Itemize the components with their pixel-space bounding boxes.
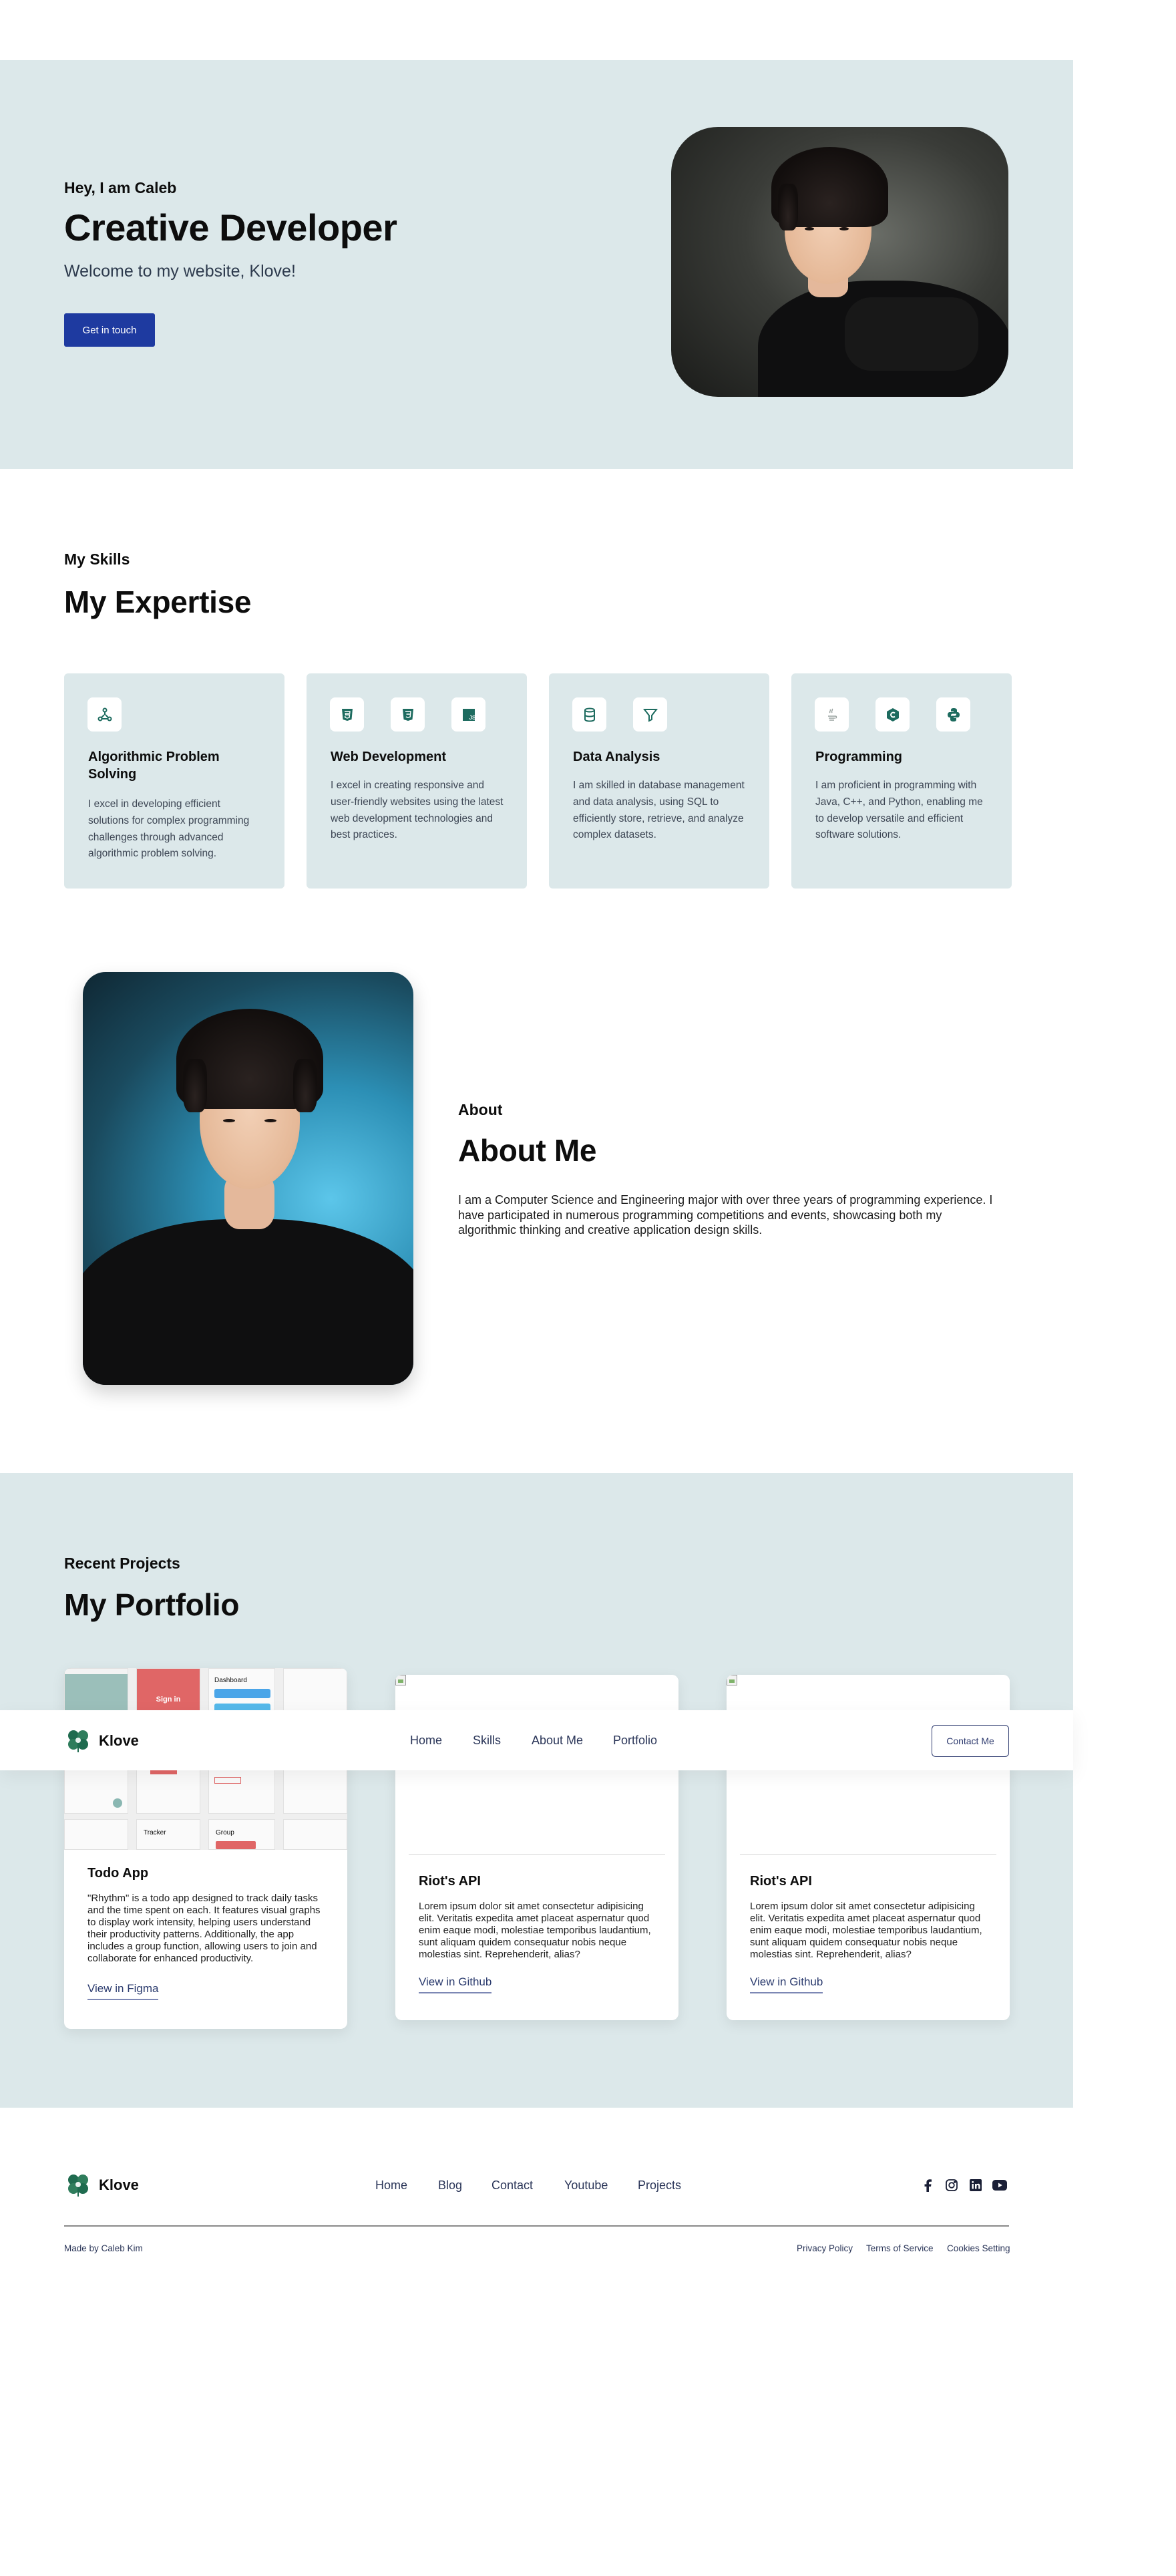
skill-card-data-analysis: Data Analysis I am skilled in database m… [549, 673, 769, 889]
about-title: About Me [458, 1133, 597, 1168]
portfolio-title: My Portfolio [64, 1587, 240, 1622]
view-in-figma-link[interactable]: View in Figma [87, 1982, 159, 2000]
skill-card-algorithms: Algorithmic Problem Solving I excel in d… [64, 673, 284, 889]
nav-link-portfolio[interactable]: Portfolio [613, 1734, 657, 1748]
mockup-dashboard-label: Dashboard [214, 1677, 247, 1684]
skill-title: Web Development [331, 750, 446, 764]
skill-description: I am skilled in database management and … [573, 780, 745, 841]
skill-card-programming: Programming I am proficient in programmi… [791, 673, 1012, 889]
javascript-icon: JS [451, 697, 485, 732]
footer-link-projects[interactable]: Projects [638, 2179, 681, 2193]
mockup-signin-label: Sign in [156, 1696, 181, 1704]
database-icon [572, 697, 606, 732]
network-icon [87, 697, 122, 732]
skill-title: Algorithmic Problem Solving [88, 750, 220, 782]
skills-title: My Expertise [64, 585, 252, 619]
broken-image-icon [727, 1675, 737, 1685]
hero-eyebrow: Hey, I am Caleb [64, 179, 177, 196]
skill-title: Programming [815, 750, 903, 764]
hero-subtitle: Welcome to my website, Klove! [64, 262, 296, 281]
linkedin-icon[interactable] [968, 2178, 983, 2193]
privacy-policy-link[interactable]: Privacy Policy [797, 2243, 853, 2253]
card-divider [740, 1854, 996, 1855]
contact-me-button[interactable]: Contact Me [932, 1725, 1009, 1757]
facebook-icon[interactable] [920, 2178, 935, 2193]
skill-description: I excel in developing efficient solution… [88, 798, 250, 860]
brand-name: Klove [99, 1732, 139, 1749]
portfolio-eyebrow: Recent Projects [64, 1555, 180, 1572]
footer-link-home[interactable]: Home [375, 2179, 407, 2193]
about-description: I am a Computer Science and Engineering … [458, 1193, 993, 1237]
skill-card-web-development: JS Web Development I excel in creating r… [307, 673, 527, 889]
about-eyebrow: About [458, 1101, 503, 1118]
java-icon [815, 697, 849, 732]
footer-brand-name: Klove [99, 2177, 139, 2193]
css3-icon [391, 697, 425, 732]
skills-eyebrow: My Skills [64, 550, 130, 568]
filter-icon [633, 697, 667, 732]
cookies-setting-link[interactable]: Cookies Setting [947, 2243, 1010, 2253]
view-in-github-link[interactable]: View in Github [419, 1975, 492, 1993]
cplusplus-icon [875, 697, 910, 732]
footer-link-youtube[interactable]: Youtube [564, 2179, 608, 2193]
nav-link-skills[interactable]: Skills [473, 1734, 501, 1748]
project-title: Riot's API [750, 1874, 812, 1889]
html5-icon [330, 697, 364, 732]
card-divider [409, 1854, 665, 1855]
main-navbar: Klove Home Skills About Me Portfolio Con… [0, 1710, 1073, 1770]
project-title: Todo App [87, 1866, 149, 1881]
skill-description: I excel in creating responsive and user-… [331, 780, 504, 841]
footer-link-contact[interactable]: Contact [492, 2179, 533, 2193]
youtube-icon[interactable] [992, 2178, 1007, 2193]
nav-link-home[interactable]: Home [410, 1734, 442, 1748]
hero-section: Hey, I am Caleb Creative Developer Welco… [0, 60, 1073, 469]
terms-of-service-link[interactable]: Terms of Service [866, 2243, 934, 2253]
portfolio-section: Recent Projects My Portfolio Sign in Das… [0, 1473, 1073, 2108]
footer-divider [64, 2225, 1009, 2227]
hero-title: Creative Developer [64, 206, 397, 249]
instagram-icon[interactable] [944, 2178, 959, 2193]
hero-profile-photo [671, 127, 1008, 397]
broken-image-icon [395, 1675, 406, 1685]
skill-title: Data Analysis [573, 750, 660, 764]
project-description: Lorem ipsum dolor sit amet consectetur a… [750, 1901, 982, 1960]
clover-logo-icon [68, 1730, 88, 1752]
about-profile-photo [83, 972, 413, 1385]
get-in-touch-button[interactable]: Get in touch [64, 313, 155, 347]
mockup-group-label: Group [216, 1829, 234, 1836]
project-description: Lorem ipsum dolor sit amet consectetur a… [419, 1901, 651, 1960]
footer-credit: Made by Caleb Kim [64, 2243, 143, 2253]
python-icon [936, 697, 970, 732]
brand-logo[interactable]: Klove [67, 1729, 139, 1753]
clover-logo-icon [68, 2175, 88, 2197]
mockup-tracker-label: Tracker [144, 1829, 166, 1836]
view-in-github-link[interactable]: View in Github [750, 1975, 823, 1993]
project-description: "Rhythm" is a todo app designed to track… [87, 1893, 321, 1964]
nav-link-about-me[interactable]: About Me [532, 1734, 583, 1748]
footer-link-blog[interactable]: Blog [438, 2179, 462, 2193]
svg-text:JS: JS [469, 715, 475, 721]
footer-brand-logo[interactable]: Klove [67, 2173, 139, 2197]
skill-description: I am proficient in programming with Java… [815, 780, 983, 841]
project-title: Riot's API [419, 1874, 481, 1889]
